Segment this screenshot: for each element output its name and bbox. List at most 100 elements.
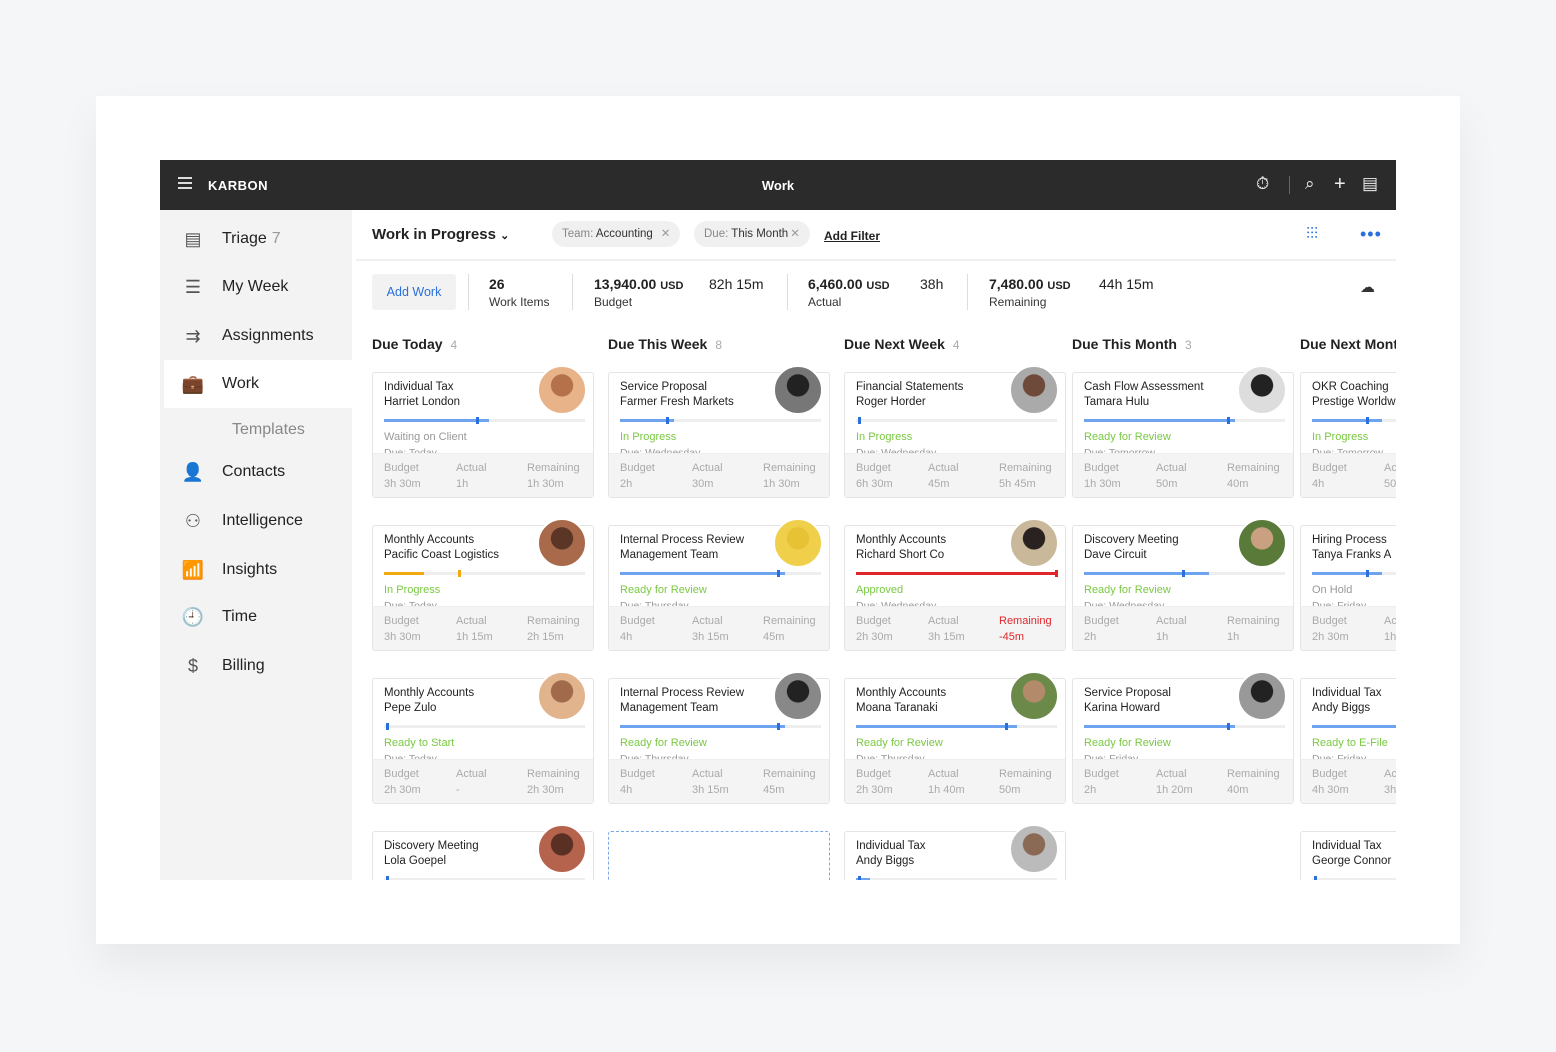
divider [787,274,788,310]
column-header: Due This Week 8 [608,336,722,352]
budget-cell: Budget 4h [1312,460,1347,492]
work-card[interactable]: Internal Process Review Management Team Re… [608,671,830,804]
stat-remaining: 7,480.00 USD Remaining 44h 15m [989,276,1153,309]
work-card[interactable]: Cash Flow Assessment Tamara Hulu Ready for… [1072,365,1294,498]
avatar[interactable] [537,824,587,874]
progress-marker [858,417,861,424]
progress-marker [1366,417,1370,424]
card-footer: Budget 6h 30m Actual 45m Remaining 5h 45m [845,453,1065,497]
work-type: Financial Statements [856,381,964,393]
avatar[interactable] [1009,671,1059,721]
progress-marker [1314,876,1317,880]
sidebar-item-templates[interactable]: Templates [164,406,352,454]
avatar[interactable] [773,365,823,415]
work-card[interactable]: Monthly AccountsPepe ZuloReady to StartD… [372,671,594,804]
avatar[interactable] [537,365,587,415]
avatar[interactable] [1009,365,1059,415]
work-card[interactable]: Internal Process Review Management Team Re… [608,518,830,651]
budget-label: Budget [384,462,419,474]
plus-icon[interactable]: + [1334,174,1346,194]
add-work-button[interactable]: Add Work [372,274,456,310]
work-type: Individual Tax [384,381,454,393]
sliders-icon[interactable]: ⫶⫶⫶ [1306,226,1318,244]
search-icon[interactable]: ⌕ [1305,174,1315,194]
avatar[interactable] [773,671,823,721]
close-icon[interactable]: ✕ [790,228,800,240]
view-selector[interactable]: Work in Progress ⌄ [372,226,509,243]
work-card[interactable]: Hiring ProcessTanya Franks AOn HoldDue: … [1300,525,1396,651]
work-card[interactable]: Financial Statements Roger Horder In Progr… [844,365,1066,498]
budget-cell: Budget 4h [620,613,655,645]
budget-value: 4h 30m [1312,784,1349,796]
divider [572,274,573,310]
cloud-sync-icon[interactable]: ☁ [1360,278,1375,296]
avatar[interactable] [537,518,587,568]
status-label: Ready to E-File [1312,737,1388,749]
more-icon[interactable]: ••• [1360,224,1382,245]
sidebar-item-assignments[interactable]: ⇉ Assignments [164,312,352,360]
drop-placeholder[interactable] [608,831,830,880]
sidebar-item-insights[interactable]: 📶 Insights [164,546,352,594]
card-footer: Budget2h 30mActual1hRemaining [1301,606,1396,650]
actual-label: Actual [692,615,723,627]
work-card[interactable]: Monthly Accounts Moana Taranaki Ready for … [844,671,1066,804]
progress-bar [620,570,821,577]
remaining-cell: Remaining -45m [999,613,1052,645]
budget-cell: Budget 2h 30m [856,613,893,645]
notes-icon[interactable]: ▤ [1362,174,1378,194]
work-type: Internal Process Review [620,687,744,699]
sidebar-item-time[interactable]: 🕘 Time [164,593,352,641]
column-count: 4 [952,338,960,352]
work-card[interactable]: Discovery Meeting Lola Goepel [372,824,594,880]
add-filter-link[interactable]: Add Filter [824,229,880,243]
work-card[interactable]: Service Proposal Farmer Fresh Markets In P… [608,365,830,498]
remaining-value: 50m [999,784,1021,796]
avatar[interactable] [537,671,587,721]
work-card[interactable]: Individual Tax Harriet London Waiting on C… [372,365,594,498]
budget-cell: Budget 6h 30m [856,460,893,492]
sidebar-item-triage[interactable]: ▤ Triage 7 [164,215,352,263]
actual-value: 1h [456,478,469,490]
avatar[interactable] [1009,824,1059,874]
work-card[interactable]: Individual TaxAndy BiggsReady to E-FileD… [1300,678,1396,804]
avatar[interactable] [1237,671,1287,721]
card-footer: Budget4hActual50mRemaining [1301,453,1396,497]
remaining-cell: Remaining 50m [999,766,1052,798]
work-card[interactable]: Individual Tax Andy Biggs [844,824,1066,880]
budget-cell: Budget 4h 30m [1312,766,1349,798]
filter-chip-due[interactable]: Due: This Month ✕ [694,221,810,247]
status-label: In Progress [1312,431,1369,443]
sidebar-item-intelligence[interactable]: ⚇ Intelligence [164,497,352,545]
client-name: Lola Goepel [384,855,447,867]
work-card[interactable]: Monthly Accounts Richard Short Co Approved… [844,518,1066,651]
work-card[interactable]: Individual Tax George Connor [1300,831,1396,880]
work-card[interactable]: OKR Coaching Prestige Worldwide In Progres… [1300,372,1396,498]
top-bar: KARBON Work ⏱ ⌕ + ▤ [160,160,1396,210]
column-header: Due This Month 3 [1072,336,1192,352]
remaining-cell: Remaining 2h 30m [527,766,580,798]
avatar[interactable] [773,518,823,568]
timer-icon[interactable]: ⏱ [1256,174,1269,194]
avatar[interactable] [1237,365,1287,415]
sidebar-item-contacts[interactable]: 👤 Contacts [164,448,352,496]
person-icon: 👤 [181,461,205,482]
stat-value: 6,460.00 [808,276,863,292]
work-card[interactable]: Service Proposal Karina Howard Ready for R… [1072,671,1294,804]
sidebar-item-label: Billing [222,657,265,674]
close-icon[interactable]: ✕ [661,228,671,240]
avatar[interactable] [1237,518,1287,568]
sidebar-item-billing[interactable]: $ Billing [164,642,352,690]
filter-key: Team: [562,228,594,240]
avatar[interactable] [1009,518,1059,568]
status-label: Approved [856,584,904,596]
filter-chip-team[interactable]: Team: Accounting ✕ [552,221,681,247]
budget-label: Budget [1084,615,1119,627]
work-card[interactable]: Discovery Meeting Dave Circuit Ready for R… [1072,518,1294,651]
work-card[interactable]: Monthly Accounts Pacific Coast Logistics I… [372,518,594,651]
sidebar-item-work[interactable]: 💼 Work [164,360,352,408]
budget-cell: Budget 2h 30m [856,766,893,798]
actual-value: 45m [928,478,950,490]
sidebar-item-my-week[interactable]: ☰ My Week [164,263,352,311]
actual-cell: Actual - [456,766,487,798]
actual-value: 3h 15m [692,631,729,643]
